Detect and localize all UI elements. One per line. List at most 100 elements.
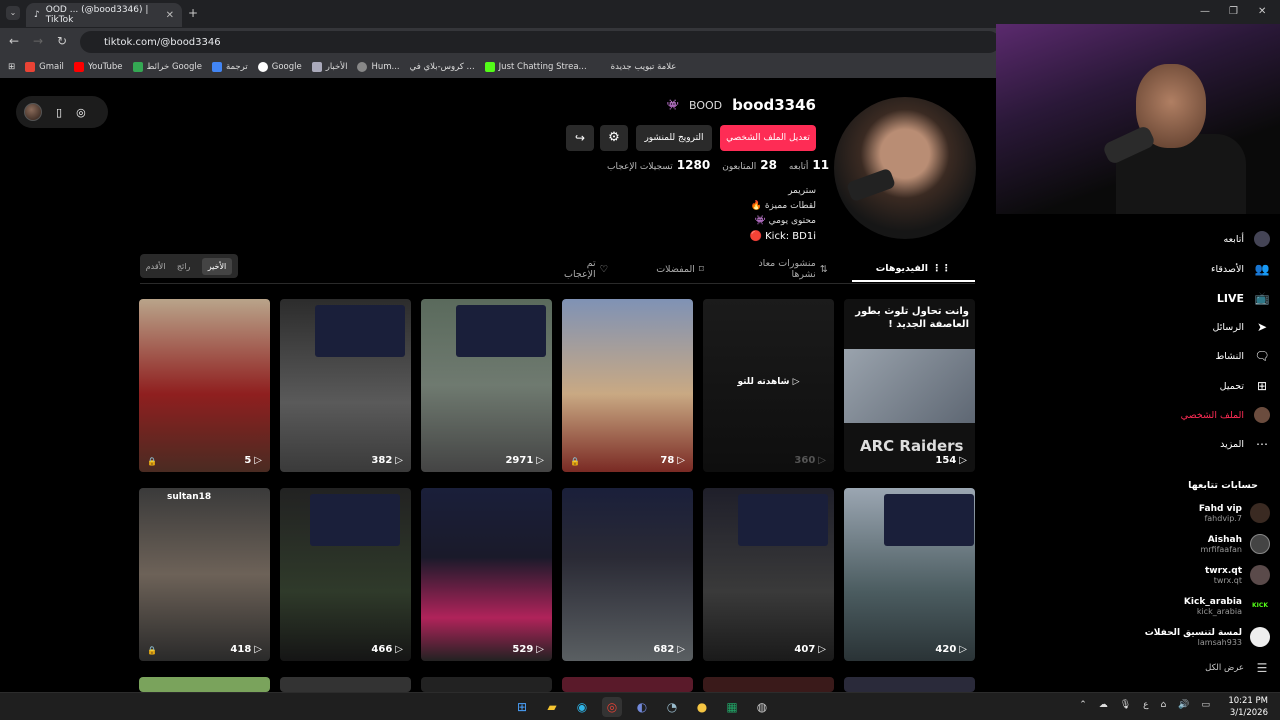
play-icon: ▷ [677, 455, 685, 466]
compass-icon[interactable]: ◎ [76, 106, 86, 119]
user-avatar[interactable] [24, 103, 42, 121]
following-account[interactable]: KICK Kick_arabia kick_arabia [1134, 596, 1270, 616]
sort-popular[interactable]: رائج [177, 262, 190, 271]
sidebar-item-activity[interactable]: 🗨 النشاط [1215, 348, 1270, 364]
video-card[interactable]: sultan18 418 ▷ 🔒 [139, 488, 270, 661]
tab-favorites[interactable]: ⌑ المفضلات [632, 256, 728, 282]
bookmark-newtab[interactable]: علامة تبويب جديدة [611, 62, 677, 72]
video-card[interactable]: 420 ▷ [844, 488, 975, 661]
video-card[interactable]: 5 ▷ 🔒 [139, 299, 270, 472]
sort-latest[interactable]: الأخير [201, 257, 233, 275]
share-icon[interactable]: ↪ [566, 125, 594, 151]
discord-icon[interactable]: ◐ [632, 697, 652, 717]
microphone-tray-icon[interactable]: 🎙 [1120, 700, 1131, 710]
profile-header: bood3346 BOOD 👾 [667, 96, 816, 114]
lock-icon: 🔒 [570, 457, 580, 466]
bookmark-google[interactable]: Google [257, 62, 302, 72]
language-indicator[interactable]: ع [1143, 700, 1148, 710]
sidebar-item-messages[interactable]: ➤ الرسائل [1213, 319, 1270, 335]
game-launcher-icon[interactable]: ● [692, 697, 712, 717]
bookmark-hum[interactable]: Hum... [357, 62, 400, 72]
bookmark-youtube[interactable]: YouTube [73, 62, 123, 72]
tab-videos[interactable]: ⋮⋮ الفيديوهات [851, 256, 975, 282]
settings-icon[interactable]: ⚙ [600, 125, 628, 151]
video-card[interactable]: ▷ شاهدته للتو 360 ▷ [703, 299, 834, 472]
minimize-icon[interactable]: — [1200, 6, 1210, 17]
device-icon[interactable]: ▯ [56, 106, 62, 119]
sidebar-item-friends[interactable]: 👥 الأصدقاء [1211, 261, 1270, 277]
edit-profile-button[interactable]: تعديل الملف الشخصي [720, 125, 816, 151]
video-card[interactable] [280, 677, 411, 692]
new-tab-icon[interactable]: + [188, 6, 198, 20]
back-icon[interactable]: ← [9, 34, 19, 48]
stat-followers[interactable]: 28المتابعون [722, 158, 777, 172]
video-card[interactable]: 2971 ▷ [421, 299, 552, 472]
close-tab-icon[interactable]: ✕ [166, 10, 174, 21]
battery-icon[interactable]: ▭ [1201, 700, 1210, 710]
play-icon: ▷ [536, 455, 544, 466]
bookmarks-bar: ⊞ Gmail YouTube خرائط Google ترجمة Googl… [0, 56, 1000, 78]
account-name: twrx.qt [1204, 565, 1242, 576]
tab-search-icon[interactable]: ⌄ [6, 6, 20, 20]
bookmark-crossplay[interactable]: كروس-بلاي في ... [410, 62, 475, 72]
video-card[interactable]: 78 ▷ 🔒 [562, 299, 693, 472]
excel-icon[interactable]: ▦ [722, 697, 742, 717]
apps-icon[interactable]: ⊞ [8, 62, 15, 72]
account-handle: mrfifaafan [1200, 544, 1242, 554]
bookmark-gmail[interactable]: Gmail [25, 62, 64, 72]
video-card[interactable] [421, 677, 552, 692]
bookmark-news[interactable]: الأخبار [311, 62, 348, 72]
promote-post-button[interactable]: الترويج للمنشور [636, 125, 712, 151]
profile-bio: ستريمر لقطات مميزة 🔥 محتوى يومي 👾 Kick: … [749, 184, 816, 244]
bookmark-translate[interactable]: ترجمة [211, 62, 248, 72]
sidebar-item-live[interactable]: 📺 LIVE [1217, 290, 1270, 306]
tab-liked[interactable]: ♡ تم الإعجاب [540, 256, 632, 282]
sidebar-item-following[interactable]: أتابعه [1224, 231, 1270, 247]
video-card[interactable]: 382 ▷ [280, 299, 411, 472]
video-card[interactable]: 682 ▷ [562, 488, 693, 661]
maximize-icon[interactable]: ❐ [1229, 6, 1238, 17]
video-card[interactable] [139, 677, 270, 692]
network-icon[interactable]: ⌂ [1161, 700, 1167, 710]
browser-tab[interactable]: ♪ OOD ... (@bood3346) | TikTok ✕ [26, 3, 182, 27]
clock[interactable]: 10:21 PM 3/1/2026 [1228, 695, 1268, 719]
video-card-ad[interactable]: وانت تحاول تلوث بطور العاصفة الجديد ! AR… [844, 299, 975, 472]
bookmark-kick[interactable]: Just Chatting Strea... [484, 62, 587, 72]
close-window-icon[interactable]: ✕ [1258, 6, 1266, 17]
see-all-button[interactable]: ☰ عرض الكل [1205, 660, 1270, 676]
reload-icon[interactable]: ↻ [57, 34, 67, 48]
following-account[interactable]: لمسة لتنسيق الحفلات lamsah933 [1134, 627, 1270, 647]
account-name: Kick_arabia [1183, 596, 1242, 607]
following-account[interactable]: Fahd vip fahdvip.7 [1134, 503, 1270, 523]
tab-reposts[interactable]: ⇅ منشورات معاد نشرها [728, 256, 852, 282]
steam-icon[interactable]: ◔ [662, 697, 682, 717]
video-card[interactable]: 529 ▷ [421, 488, 552, 661]
clock-time: 10:21 PM [1228, 696, 1268, 706]
volume-icon[interactable]: 🔊 [1178, 700, 1189, 710]
following-account[interactable]: Aishah mrfifaafan [1134, 534, 1270, 554]
windows-start-icon[interactable]: ⊞ [512, 697, 532, 717]
chevron-up-icon[interactable]: ⌃ [1079, 700, 1087, 710]
video-card[interactable]: 407 ▷ [703, 488, 834, 661]
bookmark-label: الأخبار [325, 62, 348, 72]
video-card[interactable]: 466 ▷ [280, 488, 411, 661]
recording-app-icon[interactable]: ◍ [752, 697, 772, 717]
video-card[interactable] [703, 677, 834, 692]
bookmark-maps[interactable]: خرائط Google [132, 62, 202, 72]
sort-oldest[interactable]: الأقدم [146, 262, 166, 271]
play-icon: ▷ [395, 644, 403, 655]
sidebar-item-upload[interactable]: ⊞ تحميل [1220, 378, 1270, 394]
stat-following[interactable]: 11أتابعه [789, 158, 829, 172]
file-explorer-icon[interactable]: ▰ [542, 697, 562, 717]
cloud-icon[interactable]: ☁ [1099, 700, 1108, 710]
forward-icon[interactable]: → [33, 34, 43, 48]
video-card[interactable] [844, 677, 975, 692]
video-card[interactable] [562, 677, 693, 692]
url-input[interactable]: tiktok.com/@bood3346 [80, 31, 1000, 53]
sidebar-item-more[interactable]: ⋯ المزيد [1220, 436, 1270, 452]
chrome-icon[interactable]: ◎ [602, 697, 622, 717]
following-account[interactable]: twrx.qt twrx.qt [1134, 565, 1270, 585]
sidebar-item-profile[interactable]: الملف الشخصي [1181, 407, 1270, 423]
account-handle: fahdvip.7 [1204, 513, 1242, 523]
edge-icon[interactable]: ◉ [572, 697, 592, 717]
